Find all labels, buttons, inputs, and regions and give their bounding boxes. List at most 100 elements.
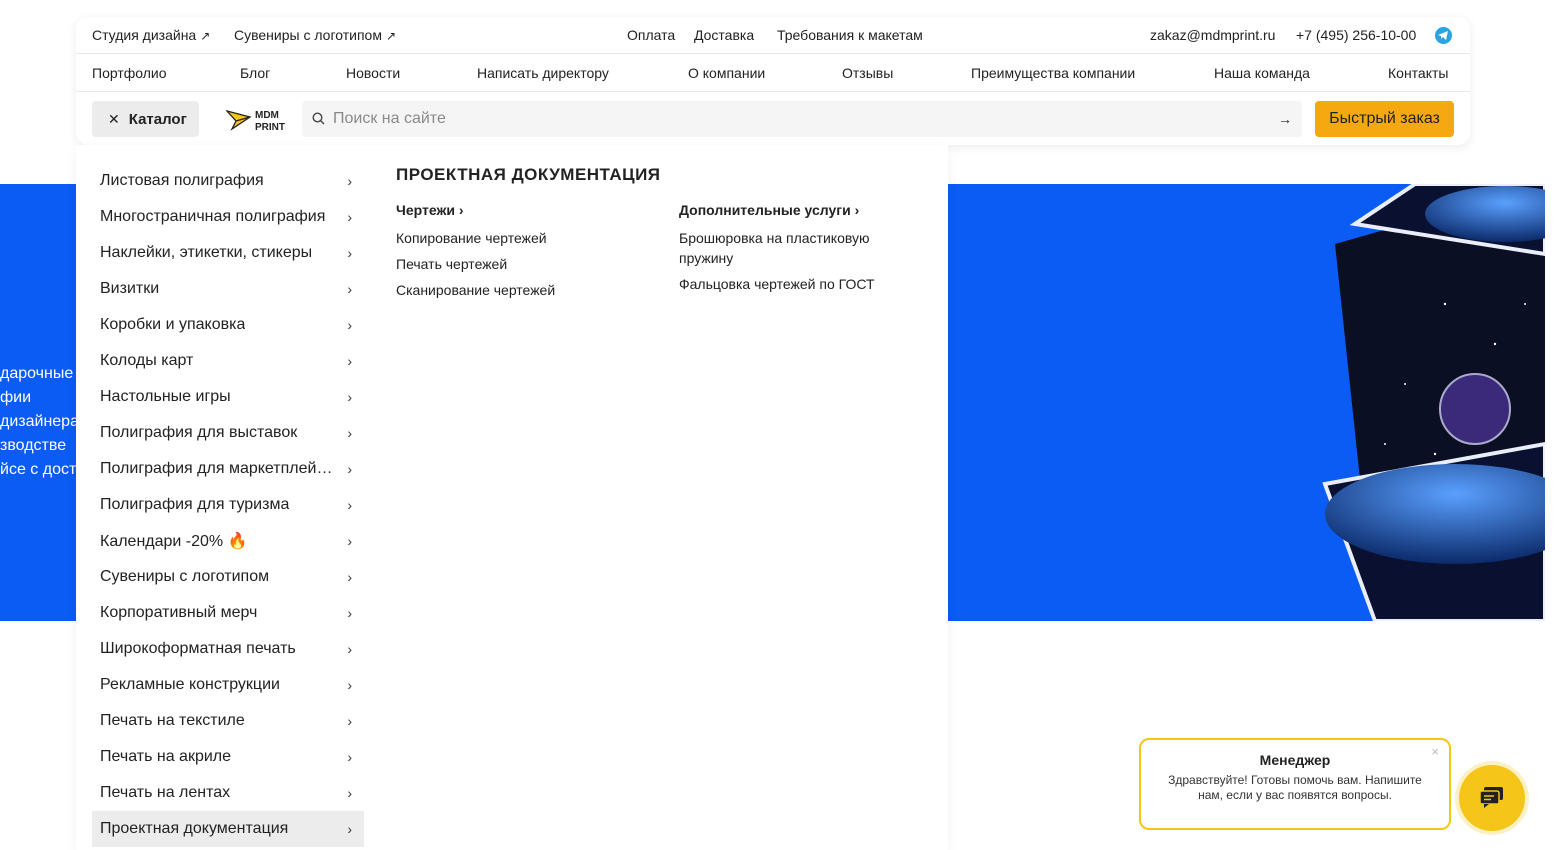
chat-popup: × Менеджер Здравствуйте! Готовы помочь в… <box>1139 738 1451 830</box>
chat-title: Менеджер <box>1259 752 1331 768</box>
catalog-item[interactable]: Полиграфия для маркетплейсов › <box>92 451 364 487</box>
catalog-item[interactable]: Полиграфия для туризма › <box>92 487 364 523</box>
catalog-item-label: Листовая полиграфия <box>100 172 264 189</box>
catalog-item[interactable]: Многостраничная полиграфия › <box>92 199 364 235</box>
nav-news[interactable]: Новости <box>346 65 400 81</box>
catalog-item[interactable]: Корпоративный мерч › <box>92 595 364 631</box>
search-input[interactable] <box>333 101 1263 137</box>
hero-space-image <box>1322 184 1545 621</box>
catalog-item-label: Наклейки, этикетки, стикеры <box>100 244 313 261</box>
catalog-label: Каталог <box>128 110 187 128</box>
catalog-button[interactable]: ✕ Каталог <box>92 101 199 137</box>
catalog-dropdown: Листовая полиграфия › Многостраничная поли… <box>76 145 948 850</box>
catalog-item[interactable]: Колоды карт › <box>92 343 364 379</box>
catalog-item[interactable]: Проектная документация › <box>92 811 364 847</box>
catalog-item[interactable]: Настольные игры › <box>92 379 364 415</box>
catalog-item[interactable]: Листовая полиграфия › <box>92 163 364 199</box>
chevron-right-icon: › <box>347 497 352 513</box>
catalog-item[interactable]: Визитки › <box>92 271 364 307</box>
nav-portfolio[interactable]: Портфолио <box>92 65 167 81</box>
catalog-item-label: Календари -20% 🔥 <box>100 533 248 550</box>
chevron-right-icon: › <box>854 202 860 218</box>
submenu-column-head[interactable]: Дополнительные услуги › <box>679 202 919 218</box>
catalog-item-label: Печать на акриле <box>100 748 232 765</box>
search-icon <box>312 112 325 125</box>
chevron-right-icon: › <box>347 281 352 297</box>
quick-order-button[interactable]: Быстрый заказ <box>1315 101 1454 137</box>
submenu-link[interactable]: Печать чертежей <box>396 254 636 274</box>
nav-contacts[interactable]: Контакты <box>1388 65 1448 81</box>
catalog-item[interactable]: Печать на акриле › <box>92 739 364 775</box>
chevron-right-icon: › <box>347 569 352 585</box>
catalog-item[interactable]: Календари -20% 🔥 › <box>92 523 364 559</box>
link-souvenirs[interactable]: Сувениры с логотипом ↗ <box>234 27 396 43</box>
mdm-print-logo[interactable]: MDM PRINT <box>226 107 286 133</box>
submenu-title: ПРОЕКТНАЯ ДОКУМЕНТАЦИЯ <box>396 165 661 184</box>
link-payment[interactable]: Оплата <box>627 27 675 43</box>
submenu-link[interactable]: Копирование чертежей <box>396 228 636 248</box>
catalog-item[interactable]: Коробки и упаковка › <box>92 307 364 343</box>
catalog-list: Листовая полиграфия › Многостраничная поли… <box>92 163 364 847</box>
catalog-item[interactable]: Широкоформатная печать › <box>92 631 364 667</box>
hero-line: зводстве <box>0 437 67 454</box>
chevron-right-icon: › <box>347 821 352 837</box>
search-submit-arrow-icon[interactable]: → <box>1278 111 1292 127</box>
chat-close-icon[interactable]: × <box>1431 744 1439 759</box>
submenu-link[interactable]: Брошюровка на пластиковую пружину <box>679 228 899 268</box>
catalog-item[interactable]: Печать на текстиле › <box>92 703 364 739</box>
catalog-item-label: Сувениры с логотипом <box>100 568 270 585</box>
catalog-item[interactable]: Сувениры с логотипом › <box>92 559 364 595</box>
catalog-item-label: Коробки и упаковка <box>100 316 246 333</box>
nav-reviews[interactable]: Отзывы <box>842 65 893 81</box>
nav-advantages[interactable]: Преимущества компании <box>971 65 1135 81</box>
submenu-column-head[interactable]: Чертежи › <box>396 202 636 218</box>
catalog-item-label: Настольные игры <box>100 388 231 405</box>
chevron-right-icon: › <box>347 461 352 477</box>
chevron-right-icon: › <box>347 245 352 261</box>
submenu-column: Чертежи › Копирование чертежей Печать че… <box>396 202 636 306</box>
catalog-item[interactable]: Рекламные конструкции › <box>92 667 364 703</box>
main-nav: Портфолио Блог Новости Написать директор… <box>76 55 1470 92</box>
external-link-icon: ↗ <box>385 29 397 43</box>
chevron-right-icon: › <box>347 641 352 657</box>
chat-open-button[interactable] <box>1459 765 1525 831</box>
catalog-item-label: Рекламные конструкции <box>100 676 280 693</box>
catalog-item-label: Печать на лентах <box>100 784 231 801</box>
chevron-right-icon: › <box>458 202 464 218</box>
nav-about[interactable]: О компании <box>688 65 765 81</box>
nav-blog[interactable]: Блог <box>240 65 270 81</box>
hero-line: фии <box>0 389 32 406</box>
catalog-item[interactable]: Печать на лентах › <box>92 775 364 811</box>
submenu-link[interactable]: Сканирование чертежей <box>396 280 636 300</box>
chat-icon <box>1479 787 1503 808</box>
chevron-right-icon: › <box>347 209 352 225</box>
nav-team[interactable]: Наша команда <box>1214 65 1310 81</box>
chevron-right-icon: › <box>347 785 352 801</box>
catalog-item-label: Полиграфия для туризма <box>100 496 290 513</box>
link-design-studio[interactable]: Студия дизайна ↗ <box>92 27 210 43</box>
chevron-right-icon: › <box>347 173 352 189</box>
catalog-item-label: Визитки <box>100 280 160 297</box>
chevron-right-icon: › <box>347 533 352 549</box>
link-delivery[interactable]: Доставка <box>694 27 754 43</box>
catalog-item[interactable]: Наклейки, этикетки, стикеры › <box>92 235 364 271</box>
email-link[interactable]: zakaz@mdmprint.ru <box>1150 27 1275 43</box>
submenu-column: Дополнительные услуги › Брошюровка на пл… <box>679 202 919 300</box>
nav-write-director[interactable]: Написать директору <box>477 65 609 81</box>
catalog-item-label: Полиграфия для выставок <box>100 424 298 441</box>
hero-line: йсе с доста <box>0 461 86 478</box>
chevron-right-icon: › <box>347 749 352 765</box>
catalog-item-label: Корпоративный мерч <box>100 604 258 621</box>
link-layout-requirements[interactable]: Требования к макетам <box>777 27 923 43</box>
catalog-item-label: Широкоформатная печать <box>100 640 296 657</box>
phone-link[interactable]: +7 (495) 256-10-00 <box>1296 27 1416 43</box>
telegram-icon[interactable] <box>1435 27 1452 44</box>
catalog-item[interactable]: Полиграфия для выставок › <box>92 415 364 451</box>
close-icon: ✕ <box>108 110 120 127</box>
hero-line: дарочные <box>0 365 74 382</box>
chevron-right-icon: › <box>347 605 352 621</box>
chat-message: Здравствуйте! Готовы помочь вам. Напишит… <box>1168 773 1422 802</box>
submenu-link[interactable]: Фальцовка чертежей по ГОСТ <box>679 274 919 294</box>
chevron-right-icon: › <box>347 425 352 441</box>
chevron-right-icon: › <box>347 389 352 405</box>
